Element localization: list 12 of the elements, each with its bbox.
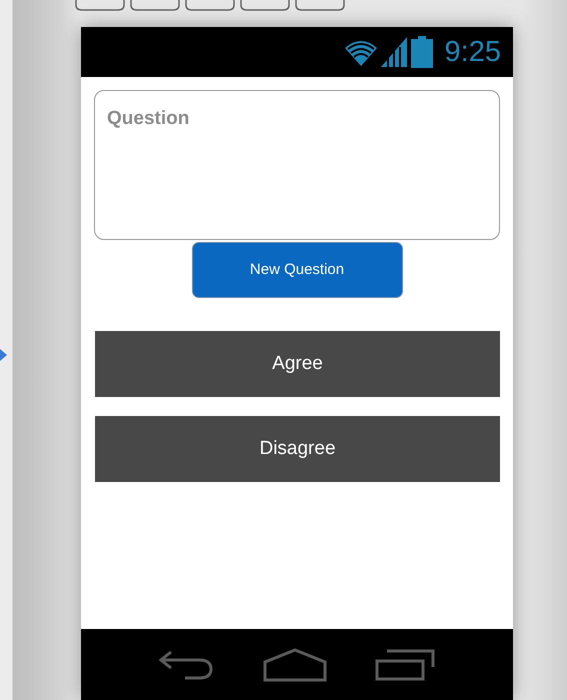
new-question-button[interactable]: New Question bbox=[192, 242, 402, 298]
arrow-icon bbox=[0, 349, 7, 361]
answer-button[interactable]: Disagree bbox=[95, 416, 500, 482]
back-icon[interactable] bbox=[159, 648, 215, 680]
status-time: 9:25 bbox=[444, 38, 501, 66]
question-field[interactable]: Question bbox=[94, 90, 500, 240]
home-icon[interactable] bbox=[263, 648, 327, 682]
battery-icon bbox=[410, 36, 433, 68]
wifi-icon bbox=[344, 38, 377, 66]
answer-button[interactable]: Agree bbox=[95, 331, 500, 397]
recent-apps-icon[interactable] bbox=[375, 648, 435, 680]
signal-icon bbox=[380, 37, 407, 67]
